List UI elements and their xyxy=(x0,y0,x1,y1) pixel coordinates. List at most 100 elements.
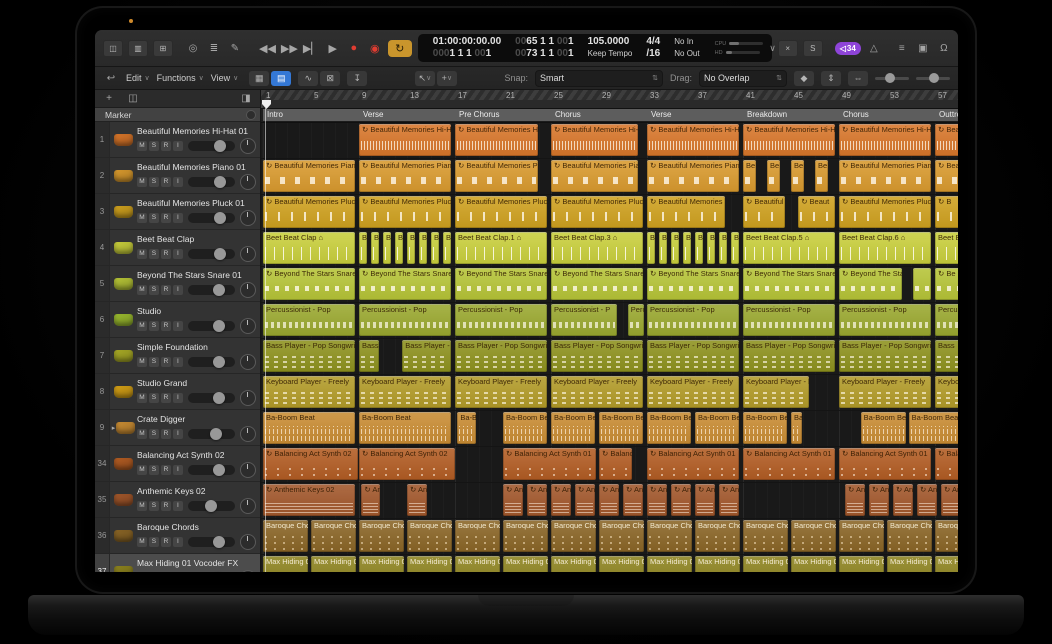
input-monitor-button[interactable]: I xyxy=(173,141,183,151)
lcd-display[interactable]: 01:00:00:00.00 0001 1 1 001 0065 1 1 001… xyxy=(418,34,772,62)
marker-detail-button[interactable] xyxy=(246,110,256,120)
volume-slider[interactable] xyxy=(188,177,235,187)
region[interactable]: ↻ Beyond The Stars Snare 02 ⌂⌂ xyxy=(455,268,547,300)
track-name[interactable]: Crate Digger xyxy=(137,414,256,424)
region[interactable]: Ba-Boom Beat xyxy=(503,412,547,444)
track-header-options-icon[interactable]: ◨ xyxy=(238,91,254,107)
editors-icon[interactable]: ✎ xyxy=(227,40,243,56)
region[interactable]: Bass Player - Pop Songwriter xyxy=(743,340,835,372)
region[interactable]: Keyboard Player - Freely xyxy=(839,376,931,408)
record-button[interactable]: ● xyxy=(346,40,362,56)
region[interactable]: Baroque Chords xyxy=(647,520,692,552)
pan-knob[interactable] xyxy=(240,498,256,514)
region[interactable]: ↻ Balancing Act Synth 02 xyxy=(263,448,358,480)
metronome-icon[interactable]: △ xyxy=(866,40,882,56)
region[interactable]: ↻ Anthe xyxy=(941,484,958,516)
input-monitor-button[interactable]: I xyxy=(173,429,183,439)
region[interactable]: Max Hiding 01 V xyxy=(935,556,958,572)
catch-playhead-icon[interactable]: ↧ xyxy=(347,71,367,86)
waveform-zoom-icon[interactable]: ◆ xyxy=(794,71,814,86)
track-header[interactable]: 34Balancing Act Synth 02MSRI xyxy=(95,446,260,482)
volume-slider[interactable] xyxy=(188,465,235,475)
record-enable-button[interactable]: R xyxy=(161,321,171,331)
region[interactable]: ↻ Anthe xyxy=(407,484,427,516)
lcd-chevron-icon[interactable]: ∨ xyxy=(767,43,778,54)
region[interactable]: ↻ Beyond The Stars Snare 01 ⌂⌂ xyxy=(263,268,355,300)
region[interactable]: ↻ Beautiful Memories Piano 01 xyxy=(263,160,355,192)
add-track-button[interactable]: + xyxy=(101,91,117,107)
track-header[interactable]: 7Simple FoundationMSRI xyxy=(95,338,260,374)
volume-badge[interactable]: ◁34 xyxy=(835,42,861,55)
solo-button[interactable]: S xyxy=(149,177,159,187)
lcd-signature[interactable]: 4/4 /16 xyxy=(639,36,667,60)
track-header[interactable]: 5Beyond The Stars Snare 01MSRI xyxy=(95,266,260,302)
region[interactable]: Baroque Chords xyxy=(551,520,596,552)
mute-button[interactable]: M xyxy=(137,249,147,259)
solo-button[interactable]: S xyxy=(149,501,159,511)
region[interactable]: Baroque Chords xyxy=(935,520,958,552)
automation-icon[interactable]: ∿ xyxy=(298,71,318,86)
region[interactable]: Be xyxy=(815,160,828,192)
mute-button[interactable]: M xyxy=(137,465,147,475)
duplicate-track-button[interactable]: ◫ xyxy=(125,91,141,107)
volume-slider[interactable] xyxy=(188,213,235,223)
back-icon[interactable]: ↩ xyxy=(103,70,119,86)
track-lane[interactable]: ↻ Beautiful Memories Piano 01 ↻ Beautiful… xyxy=(261,159,958,195)
region[interactable]: ↻ Anthe xyxy=(671,484,691,516)
rewind-button[interactable]: ◀◀ xyxy=(259,40,276,56)
region[interactable]: Ba-Boom Beat xyxy=(909,412,958,444)
region[interactable]: ↻ Beautiful Memories Hi-Hat 02.2 xyxy=(647,124,739,156)
track-lane[interactable]: Percussionist - PopPercussionist - PopPe… xyxy=(261,303,958,339)
track-lane[interactable]: Baroque ChordsBaroque ChordsBaroque Chor… xyxy=(261,519,958,555)
horizontal-zoom-icon[interactable]: ⇔ xyxy=(848,71,868,86)
mute-button[interactable]: M xyxy=(137,501,147,511)
track-name[interactable]: Beet Beat Clap xyxy=(137,234,256,244)
stop-button[interactable]: ▶▏ xyxy=(303,40,320,56)
region[interactable]: Percussionist - Pop xyxy=(359,304,451,336)
input-monitor-button[interactable]: I xyxy=(173,357,183,367)
region[interactable]: ↻ Anthe xyxy=(527,484,547,516)
forward-button[interactable]: ▶▶ xyxy=(281,40,298,56)
toolbar-toggle-icon[interactable]: ⊞ xyxy=(153,40,173,57)
record-enable-button[interactable]: R xyxy=(161,141,171,151)
region[interactable]: Max Hiding 01 V xyxy=(791,556,836,572)
region[interactable]: ↻ Anthe xyxy=(845,484,865,516)
region[interactable]: B xyxy=(431,232,439,264)
volume-slider[interactable] xyxy=(188,357,235,367)
pan-knob[interactable] xyxy=(240,318,256,334)
region[interactable]: ↻ Beautiful Memories Hi-Hat 03.1 xyxy=(359,124,451,156)
region[interactable]: B xyxy=(419,232,427,264)
region[interactable]: ↻ Beautiful Memories Piano 01.2 xyxy=(839,160,931,192)
track-lane[interactable]: ↻ Beautiful Memories Hi-Hat 03.1 ↻ Beauti… xyxy=(261,123,958,159)
region[interactable]: ↻ Beautiful Memories Piano 02.2 xyxy=(647,160,739,192)
pan-knob[interactable] xyxy=(240,354,256,370)
region[interactable]: ↻ Anthe xyxy=(361,484,380,516)
arrangement-marker[interactable]: Chorus xyxy=(551,109,651,121)
track-name[interactable]: Balancing Act Synth 02 xyxy=(137,450,256,460)
browsers-icon[interactable]: ♫ xyxy=(957,40,958,56)
solo-button[interactable]: S xyxy=(149,429,159,439)
region[interactable]: ↻ Beaut xyxy=(798,196,835,228)
region[interactable]: Percussionist - Pop xyxy=(455,304,547,336)
region[interactable]: ↻ Bala xyxy=(935,448,958,480)
region[interactable]: Baroque Chords xyxy=(743,520,788,552)
record-enable-button[interactable]: R xyxy=(161,177,171,187)
mute-button[interactable]: M xyxy=(137,213,147,223)
inspector-toggle-icon[interactable]: ▥ xyxy=(128,40,148,57)
region[interactable]: B xyxy=(719,232,727,264)
mute-button[interactable]: M xyxy=(137,537,147,547)
track-header[interactable]: 35Anthemic Keys 02MSRI xyxy=(95,482,260,518)
region[interactable]: Baroque Chords xyxy=(311,520,356,552)
mute-button[interactable]: M xyxy=(137,393,147,403)
region[interactable]: ↻ Beautiful Memories Hi-Hat 02.3 xyxy=(743,124,835,156)
region[interactable]: ↻ Beautiful Memories Pluck 02.3 xyxy=(743,196,785,228)
track-name[interactable]: Studio Grand xyxy=(137,378,256,388)
region[interactable]: Percussionist - Pop xyxy=(263,304,355,336)
region[interactable]: B xyxy=(443,232,451,264)
region[interactable]: Baroque Chords xyxy=(359,520,404,552)
record-enable-button[interactable]: R xyxy=(161,429,171,439)
region[interactable]: ↻ Beyond The Stars Snare 02.1 xyxy=(551,268,643,300)
region[interactable]: ↻ Beauti xyxy=(935,160,958,192)
bar-ruler[interactable]: 159131721252933374145495357 xyxy=(261,90,958,109)
mute-button[interactable]: M xyxy=(137,285,147,295)
